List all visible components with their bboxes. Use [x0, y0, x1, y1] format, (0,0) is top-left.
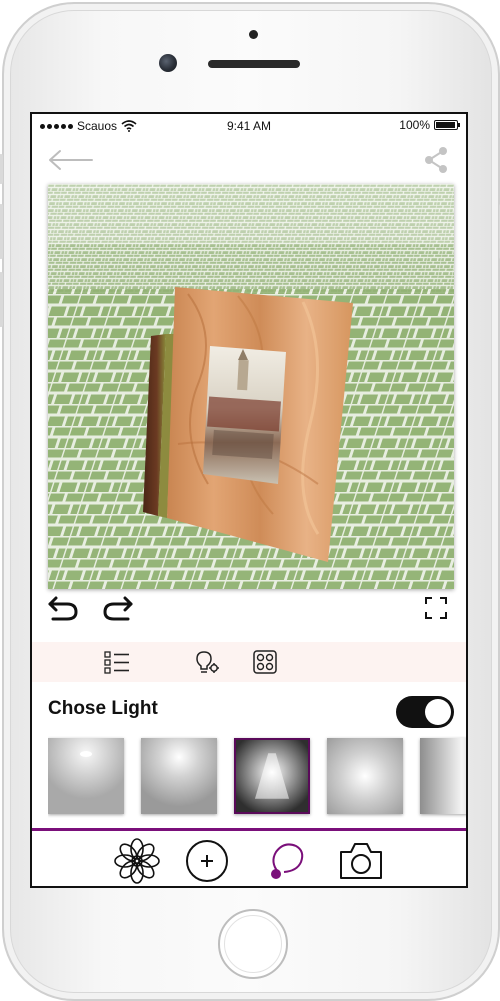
- mute-switch: [0, 154, 3, 184]
- light-thumbnail-3[interactable]: [234, 738, 310, 814]
- light-thumbnail-1[interactable]: [48, 738, 124, 814]
- front-camera: [159, 54, 177, 72]
- fullscreen-icon[interactable]: [424, 596, 448, 620]
- earpiece-speaker: [208, 60, 300, 68]
- toggle-knob: [425, 699, 451, 725]
- tool-strip: [32, 642, 466, 682]
- app-screen: Scauos 9:41 AM 100% Chose Light: [30, 112, 468, 888]
- bottom-tab-bar: [32, 828, 466, 886]
- camera-icon[interactable]: [338, 838, 384, 884]
- bulb-gear-icon[interactable]: [194, 650, 220, 674]
- light-thumbnail-strip[interactable]: [48, 736, 468, 818]
- light-toggle[interactable]: [396, 696, 454, 728]
- plus-circle-icon[interactable]: [184, 838, 230, 884]
- undo-icon[interactable]: [47, 594, 79, 622]
- light-thumbnail-4[interactable]: [327, 738, 403, 814]
- lasso-icon[interactable]: [264, 838, 310, 884]
- list-checkbox-icon[interactable]: [104, 650, 130, 674]
- back-arrow-icon[interactable]: [46, 148, 96, 172]
- status-bar: Scauos 9:41 AM 100%: [32, 114, 466, 138]
- volume-up-button: [0, 204, 3, 259]
- scene-render: [48, 184, 454, 589]
- share-icon[interactable]: [422, 146, 450, 174]
- home-button[interactable]: [218, 909, 288, 979]
- light-thumbnail-2[interactable]: [141, 738, 217, 814]
- battery-icon: [434, 120, 460, 130]
- light-thumbnail-5[interactable]: [420, 738, 468, 814]
- grid-circles-icon[interactable]: [252, 650, 278, 674]
- proximity-sensor: [249, 30, 258, 39]
- flower-icon[interactable]: [114, 838, 160, 884]
- volume-down-button: [0, 272, 3, 327]
- redo-icon[interactable]: [102, 594, 134, 622]
- battery-percent: 100%: [399, 118, 430, 132]
- 3d-viewport[interactable]: [48, 184, 454, 589]
- chose-light-title: Chose Light: [48, 698, 158, 719]
